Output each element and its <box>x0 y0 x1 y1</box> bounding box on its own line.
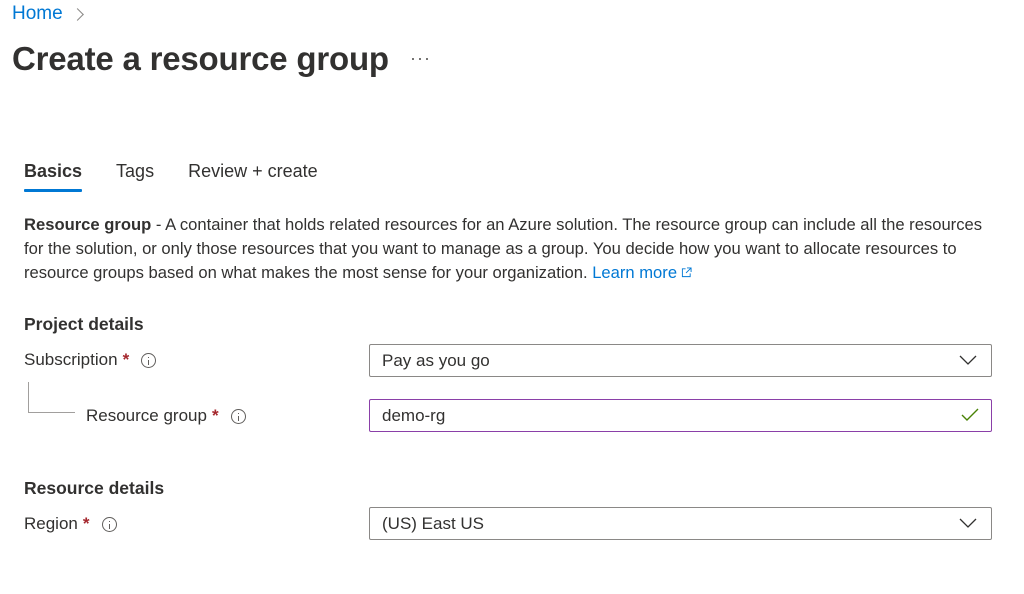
tab-review-create[interactable]: Review + create <box>188 158 318 192</box>
resource-group-value: demo-rg <box>382 405 446 425</box>
tab-tags[interactable]: Tags <box>116 158 154 192</box>
region-label: Region * <box>24 514 117 534</box>
subscription-label: Subscription * <box>24 350 157 370</box>
resource-group-label-text: Resource group <box>86 406 207 425</box>
region-dropdown[interactable]: (US) East US <box>369 507 992 540</box>
required-asterisk: * <box>211 406 219 425</box>
page-title: Create a resource group <box>12 40 389 77</box>
region-value: (US) East US <box>382 513 485 533</box>
tab-basics[interactable]: Basics <box>24 158 83 192</box>
region-label-text: Region <box>24 514 78 533</box>
subscription-dropdown[interactable]: Pay as you go <box>369 344 992 377</box>
resource-group-label: Resource group * <box>86 406 246 426</box>
info-icon[interactable] <box>141 352 157 368</box>
resource-details-heading: Resource details <box>24 478 165 498</box>
description-term: Resource group <box>24 215 152 234</box>
description-text: - A container that holds related resourc… <box>24 215 983 282</box>
chevron-down-icon <box>959 355 977 365</box>
description: Resource group - A container that holds … <box>24 213 984 285</box>
breadcrumb-home-link[interactable]: Home <box>12 3 63 25</box>
chevron-right-icon <box>70 8 84 21</box>
tab-bar: Basics Tags Review + create <box>24 158 352 192</box>
external-link-icon <box>681 267 692 278</box>
subscription-value: Pay as you go <box>382 350 490 370</box>
chevron-down-icon <box>959 518 977 528</box>
learn-more-link[interactable]: Learn more <box>592 263 692 282</box>
required-asterisk: * <box>122 350 130 369</box>
checkmark-icon <box>961 408 979 421</box>
subscription-label-text: Subscription <box>24 350 118 369</box>
project-details-heading: Project details <box>24 314 144 334</box>
tree-connector <box>28 382 75 413</box>
breadcrumb: Home <box>12 3 84 25</box>
learn-more-label: Learn more <box>592 263 678 282</box>
info-icon[interactable] <box>230 408 246 424</box>
more-options-button[interactable]: ··· <box>410 48 431 69</box>
required-asterisk: * <box>82 514 90 533</box>
info-icon[interactable] <box>101 516 117 532</box>
resource-group-input[interactable]: demo-rg <box>369 399 992 432</box>
